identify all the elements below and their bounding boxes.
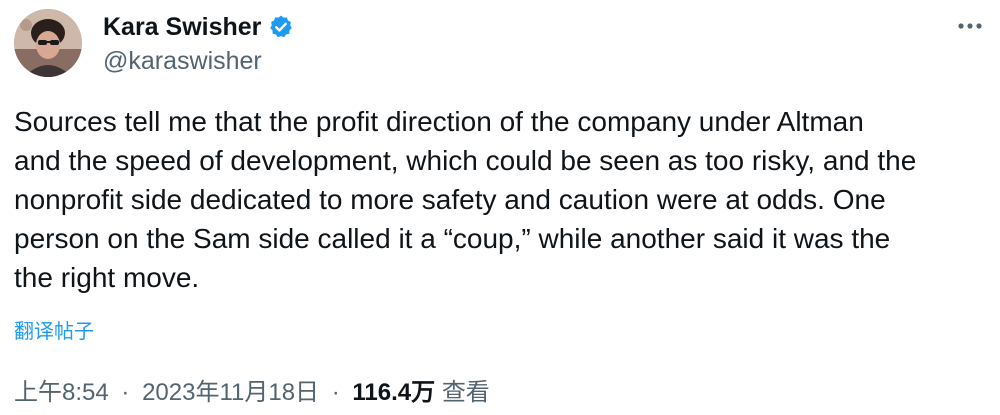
post-date[interactable]: 2023年11月18日 [142,379,319,406]
separator: · [331,379,340,406]
avatar[interactable] [14,9,82,77]
translate-post-link[interactable]: 翻译帖子 [14,315,94,344]
views-label: 查看 [441,379,490,406]
more-options-icon[interactable] [955,14,985,38]
author-name-row: Kara Swisher [103,10,294,44]
tweet-text: Sources tell me that the profit directio… [14,102,989,297]
post-time[interactable]: 上午8:54 [14,379,109,406]
tweet-text-line: and the speed of development, which coul… [14,145,917,176]
tweet-metadata: 上午8:54 · 2023年11月18日 · 116.4万 查看 [14,372,490,407]
tweet-card: Kara Swisher @karaswisher Sources tell m… [0,0,1000,415]
tweet-text-line: person on the Sam side called it a “coup… [14,223,891,254]
author-handle[interactable]: @karaswisher [103,47,262,76]
tweet-text-line: Sources tell me that the profit directio… [14,106,864,137]
tweet-text-line: nonprofit side dedicated to more safety … [14,184,886,215]
separator: · [121,379,130,406]
verified-badge-icon [268,14,294,40]
tweet-text-line: the right move. [14,262,200,293]
views-count[interactable]: 116.4万 [352,379,435,406]
author-display-name[interactable]: Kara Swisher [103,13,261,42]
